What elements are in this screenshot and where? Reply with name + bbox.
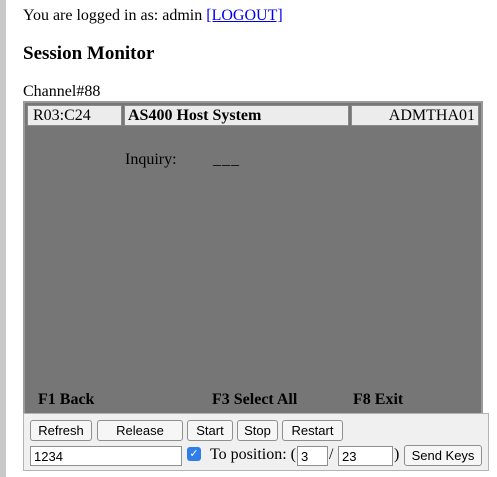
position-separator: /	[329, 446, 334, 463]
send-keys-button[interactable]: Send Keys	[404, 445, 482, 466]
terminal-header: R03:C24 AS400 Host System ADMTHA01	[27, 105, 479, 126]
login-status: You are logged in as: admin [LOGOUT]	[23, 6, 283, 26]
fkey-f1-back[interactable]: F1 Back	[38, 391, 94, 409]
release-button[interactable]: Release	[97, 420, 183, 441]
user-id: ADMTHA01	[351, 105, 479, 126]
keys-input[interactable]	[30, 446, 182, 466]
refresh-button[interactable]: Refresh	[30, 420, 92, 441]
restart-button[interactable]: Restart	[282, 420, 343, 441]
cursor-position: R03:C24	[27, 105, 122, 126]
channel-label: Channel#88	[23, 83, 101, 100]
control-panel: Refresh Release Start Stop Restart ✓ To …	[23, 413, 489, 471]
position-close-paren: )	[394, 446, 400, 463]
position-col-input[interactable]	[338, 446, 393, 466]
terminal-screen: R03:C24 AS400 Host System ADMTHA01 Inqui…	[23, 101, 483, 413]
stop-button[interactable]: Stop	[237, 420, 278, 441]
checkmark-icon: ✓	[189, 447, 199, 460]
inquiry-field[interactable]: ___	[213, 151, 240, 169]
logged-in-text: You are logged in as: admin	[23, 7, 203, 24]
position-row-input[interactable]	[297, 446, 328, 466]
inquiry-label: Inquiry:	[125, 151, 177, 168]
fkey-f3-select-all[interactable]: F3 Select All	[212, 391, 297, 409]
start-button[interactable]: Start	[187, 420, 233, 441]
page-title: Session Monitor	[23, 43, 155, 64]
logout-link[interactable]: [LOGOUT]	[206, 7, 282, 24]
fkey-f8-exit[interactable]: F8 Exit	[353, 391, 403, 409]
to-position-label: To position: (	[210, 446, 296, 463]
left-scroll-strip	[0, 0, 6, 477]
to-position-checkbox[interactable]: ✓	[187, 447, 201, 461]
system-name: AS400 Host System	[124, 105, 349, 126]
